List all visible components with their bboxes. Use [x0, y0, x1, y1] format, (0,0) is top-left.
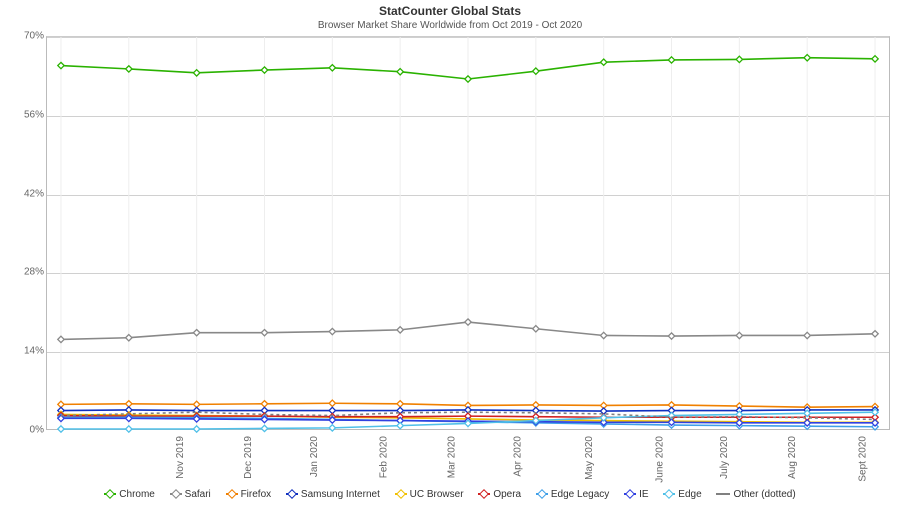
x-tick-8: June 2020: [655, 436, 666, 483]
legend-ie-label: IE: [639, 489, 648, 500]
legend-opera-label: Opera: [493, 489, 521, 500]
legend-edge: Edge: [663, 489, 701, 500]
chart-subtitle: Browser Market Share Worldwide from Oct …: [0, 20, 900, 31]
legend-safari-label: Safari: [185, 489, 211, 500]
y-tick-70: 70%: [4, 31, 44, 42]
chart-container: StatCounter Global Stats Browser Market …: [0, 0, 900, 506]
legend-ie: IE: [624, 489, 648, 500]
x-tick-2: Dec 2019: [243, 436, 254, 479]
x-tick-6: Apr 2020: [513, 436, 524, 477]
x-tick-10: Aug 2020: [787, 436, 798, 479]
plot-area: [46, 36, 890, 430]
chart-lines-svg: [47, 37, 889, 429]
legend-edge-label: Edge: [678, 489, 701, 500]
legend-uc-label: UC Browser: [410, 489, 464, 500]
legend-firefox-label: Firefox: [241, 489, 272, 500]
legend-safari: Safari: [170, 489, 211, 500]
legend-chrome-label: Chrome: [119, 489, 155, 500]
legend-edge-legacy-label: Edge Legacy: [551, 489, 609, 500]
legend-samsung-label: Samsung Internet: [301, 489, 380, 500]
legend: Chrome Safari Firefox Samsung Internet U…: [0, 489, 900, 500]
legend-other: Other (dotted): [716, 489, 795, 500]
legend-opera: Opera: [478, 489, 521, 500]
legend-firefox: Firefox: [226, 489, 272, 500]
x-tick-1: Nov 2019: [175, 436, 186, 479]
legend-edge-legacy: Edge Legacy: [536, 489, 609, 500]
x-tick-4: Feb 2020: [378, 436, 389, 478]
x-tick-9: July 2020: [719, 436, 730, 479]
legend-uc: UC Browser: [395, 489, 464, 500]
y-tick-28: 28%: [4, 267, 44, 278]
x-tick-5: Mar 2020: [446, 436, 457, 478]
legend-other-label: Other (dotted): [733, 489, 795, 500]
legend-samsung: Samsung Internet: [286, 489, 380, 500]
y-tick-56: 56%: [4, 109, 44, 120]
legend-chrome: Chrome: [104, 489, 155, 500]
y-tick-42: 42%: [4, 188, 44, 199]
chart-title: StatCounter Global Stats: [0, 4, 900, 18]
x-tick-7: May 2020: [584, 436, 595, 480]
y-tick-14: 14%: [4, 346, 44, 357]
y-tick-0: 0%: [4, 425, 44, 436]
x-tick-11: Sept 2020: [858, 436, 869, 482]
x-tick-3: Jan 2020: [309, 436, 320, 477]
